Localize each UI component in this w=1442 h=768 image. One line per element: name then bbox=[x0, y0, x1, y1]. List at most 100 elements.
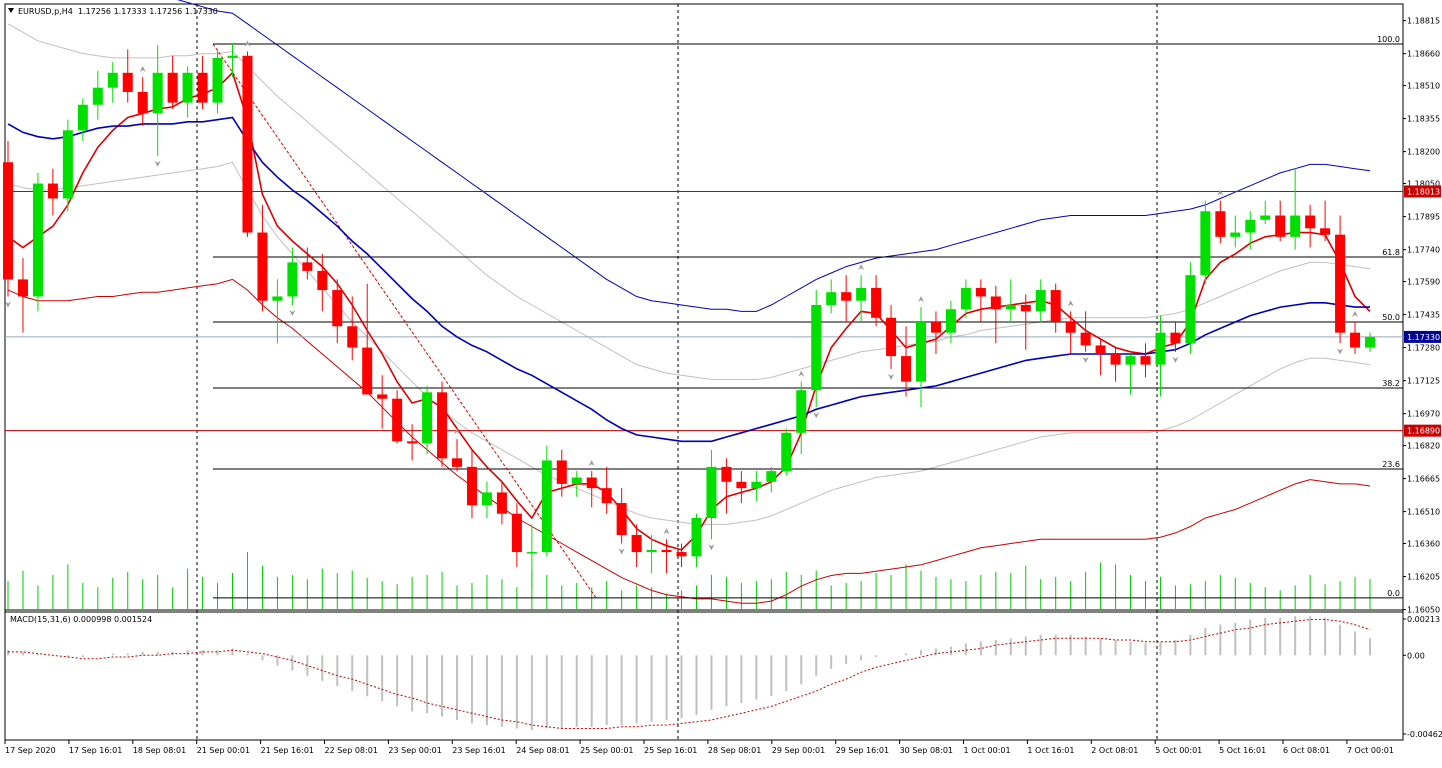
bear-candle[interactable] bbox=[511, 513, 522, 553]
bear-candle[interactable] bbox=[242, 55, 253, 233]
bull-candle[interactable] bbox=[796, 390, 807, 433]
bull-candle[interactable] bbox=[1185, 275, 1196, 344]
time-tick-label: 25 Sep 00:01 bbox=[580, 746, 633, 755]
bear-candle[interactable] bbox=[466, 466, 477, 506]
bear-candle[interactable] bbox=[47, 183, 58, 199]
bull-candle[interactable] bbox=[1035, 290, 1046, 312]
bear-candle[interactable] bbox=[1335, 234, 1346, 333]
bull-candle[interactable] bbox=[541, 460, 552, 553]
bull-candle[interactable] bbox=[1230, 232, 1241, 237]
bull-candle[interactable] bbox=[751, 481, 762, 489]
bull-candle[interactable] bbox=[62, 130, 73, 199]
bear-candle[interactable] bbox=[1020, 304, 1031, 312]
bull-candle[interactable] bbox=[481, 492, 492, 506]
fractal-up-icon bbox=[244, 40, 251, 47]
bull-candle[interactable] bbox=[32, 183, 43, 297]
fractal-up-icon bbox=[139, 66, 146, 73]
bear-candle[interactable] bbox=[736, 481, 747, 489]
bear-candle[interactable] bbox=[901, 356, 912, 382]
bull-candle[interactable] bbox=[811, 304, 822, 391]
bull-candle[interactable] bbox=[856, 287, 867, 301]
bear-candle[interactable] bbox=[556, 460, 567, 484]
bull-candle[interactable] bbox=[826, 292, 837, 305]
bull-candle[interactable] bbox=[152, 72, 163, 114]
bull-candle[interactable] bbox=[646, 549, 657, 553]
bear-candle[interactable] bbox=[407, 441, 418, 444]
bear-candle[interactable] bbox=[1050, 290, 1061, 323]
bull-candle[interactable] bbox=[272, 296, 283, 301]
bear-candle[interactable] bbox=[1275, 215, 1286, 237]
fibo-trend-line[interactable] bbox=[212, 43, 597, 599]
bear-candle[interactable] bbox=[332, 290, 343, 327]
bear-candle[interactable] bbox=[631, 535, 642, 553]
bull-candle[interactable] bbox=[945, 309, 956, 333]
bear-candle[interactable] bbox=[1350, 332, 1361, 348]
bull-candle[interactable] bbox=[706, 466, 717, 518]
bear-candle[interactable] bbox=[302, 262, 313, 271]
bull-candle[interactable] bbox=[1290, 215, 1301, 237]
bear-candle[interactable] bbox=[3, 162, 13, 280]
bull-candle[interactable] bbox=[1260, 215, 1271, 220]
bear-candle[interactable] bbox=[377, 394, 388, 399]
bear-candle[interactable] bbox=[661, 549, 672, 553]
bear-candle[interactable] bbox=[452, 458, 463, 467]
bear-candle[interactable] bbox=[167, 72, 178, 103]
bear-candle[interactable] bbox=[1110, 353, 1121, 365]
bear-candle[interactable] bbox=[1065, 322, 1076, 333]
chart-root[interactable]: 100.0 61.8 50.0 38.2 23.6 0.0 1.18815 1.18660 1.… bbox=[0, 0, 1442, 764]
bull-candle[interactable] bbox=[1005, 304, 1016, 310]
bear-candle[interactable] bbox=[1080, 332, 1091, 346]
bear-candle[interactable] bbox=[886, 317, 897, 357]
bear-candle[interactable] bbox=[871, 287, 882, 318]
bear-candle[interactable] bbox=[17, 279, 28, 297]
bear-candle[interactable] bbox=[1170, 332, 1181, 344]
bull-candle[interactable] bbox=[77, 104, 88, 131]
bull-candle[interactable] bbox=[1245, 219, 1256, 233]
bear-candle[interactable] bbox=[347, 326, 358, 348]
bear-candle[interactable] bbox=[975, 287, 986, 297]
bull-candle[interactable] bbox=[526, 552, 537, 554]
bear-candle[interactable] bbox=[362, 347, 373, 395]
bear-candle[interactable] bbox=[137, 91, 148, 114]
dropdown-triangle-icon[interactable] bbox=[8, 8, 14, 13]
bear-candle[interactable] bbox=[616, 503, 627, 536]
bull-candle[interactable] bbox=[1125, 356, 1136, 365]
bull-candle[interactable] bbox=[1365, 336, 1375, 348]
bear-candle[interactable] bbox=[930, 322, 941, 333]
bull-candle[interactable] bbox=[960, 287, 971, 310]
bear-candle[interactable] bbox=[122, 72, 133, 92]
bear-candle[interactable] bbox=[496, 492, 507, 514]
bull-candle[interactable] bbox=[92, 87, 103, 105]
bear-candle[interactable] bbox=[676, 552, 687, 557]
time-tick-label: 30 Sep 08:01 bbox=[900, 746, 953, 755]
bear-candle[interactable] bbox=[841, 292, 852, 301]
bull-candle[interactable] bbox=[691, 517, 702, 557]
bull-candle[interactable] bbox=[915, 322, 926, 382]
bull-candle[interactable] bbox=[422, 392, 433, 444]
bear-candle[interactable] bbox=[1215, 211, 1226, 237]
bear-candle[interactable] bbox=[437, 392, 448, 459]
bear-candle[interactable] bbox=[317, 270, 328, 291]
bear-candle[interactable] bbox=[1140, 356, 1151, 365]
bear-candle[interactable] bbox=[721, 466, 732, 482]
bull-candle[interactable] bbox=[212, 57, 223, 103]
bear-candle[interactable] bbox=[197, 72, 208, 103]
bull-candle[interactable] bbox=[182, 72, 193, 103]
bear-candle[interactable] bbox=[1320, 228, 1331, 235]
bull-candle[interactable] bbox=[287, 262, 298, 297]
bull-candle[interactable] bbox=[1155, 332, 1166, 365]
bull-candle[interactable] bbox=[781, 432, 792, 472]
bear-candle[interactable] bbox=[586, 477, 597, 489]
bear-candle[interactable] bbox=[257, 232, 268, 301]
bear-candle[interactable] bbox=[601, 488, 612, 504]
chart-canvas[interactable]: 100.0 61.8 50.0 38.2 23.6 0.0 1.18815 1.18660 1.… bbox=[0, 0, 1442, 764]
bull-candle[interactable] bbox=[1200, 211, 1211, 276]
bull-candle[interactable] bbox=[766, 471, 777, 482]
bear-candle[interactable] bbox=[990, 296, 1001, 310]
bull-candle[interactable] bbox=[571, 477, 582, 484]
bear-candle[interactable] bbox=[392, 398, 403, 442]
bull-candle[interactable] bbox=[107, 72, 118, 88]
bear-candle[interactable] bbox=[1095, 345, 1106, 354]
bull-candle[interactable] bbox=[227, 55, 238, 58]
bear-candle[interactable] bbox=[1305, 215, 1316, 229]
